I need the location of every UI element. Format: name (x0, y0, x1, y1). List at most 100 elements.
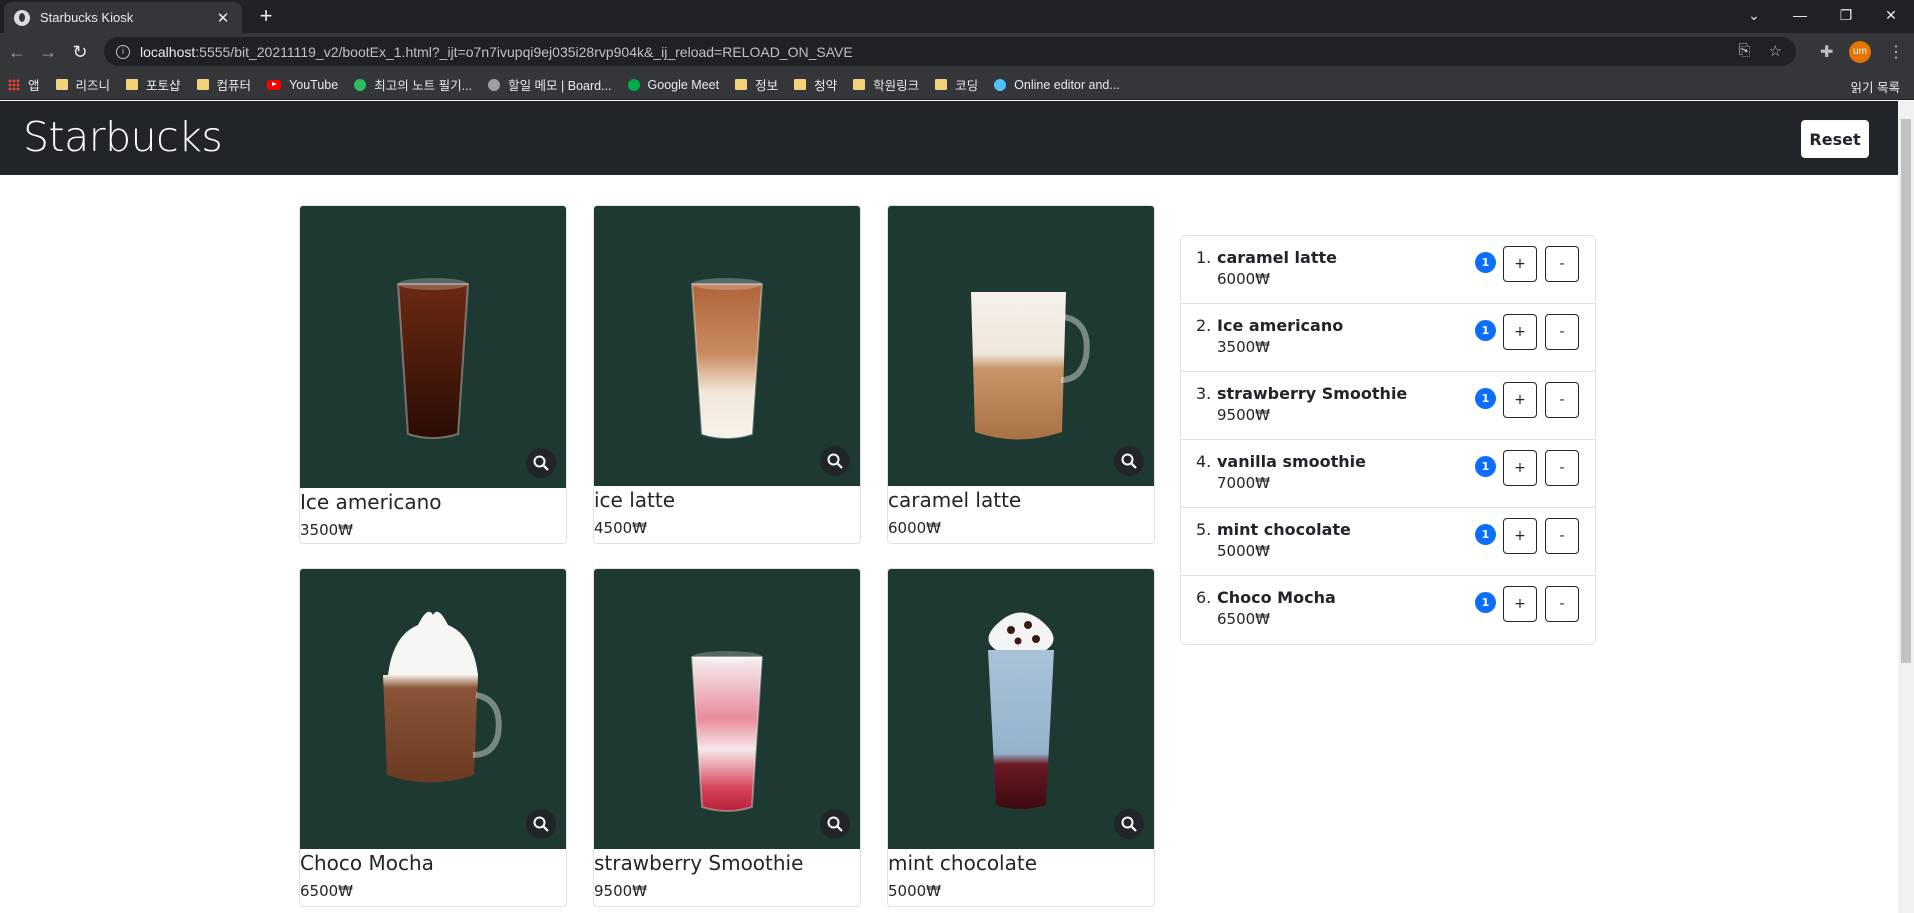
zoom-button[interactable] (1114, 809, 1144, 839)
bookmark-label: 할일 메모 | Board... (508, 79, 612, 93)
bookmark-label: 정보 (755, 79, 779, 93)
info-icon[interactable]: i (116, 44, 130, 59)
product-image[interactable] (594, 206, 860, 486)
bookmark-item[interactable]: 최고의 노트 필기... (354, 75, 472, 94)
decrease-button[interactable]: - (1545, 518, 1579, 554)
browser-tab[interactable]: Starbucks Kiosk ✕ (4, 2, 242, 33)
product-image[interactable] (300, 206, 566, 488)
globe-icon (14, 9, 30, 26)
editor-icon (994, 78, 1007, 91)
address-bar[interactable]: i localhost :5555/bit_20211119_v2/bootEx… (104, 37, 1796, 66)
scrollbar-thumb[interactable] (1901, 119, 1911, 663)
translate-icon[interactable]: ⎘ (1739, 42, 1751, 60)
decrease-button[interactable]: - (1545, 382, 1579, 418)
order-index: 4. (1196, 452, 1212, 471)
bookmark-label: 컴퓨터 (216, 79, 252, 93)
product-card[interactable]: strawberry Smoothie 9500₩ (593, 568, 861, 907)
bookmark-label: Google Meet (647, 77, 720, 92)
increase-button[interactable]: + (1503, 246, 1537, 282)
tab-title: Starbucks Kiosk (40, 10, 134, 25)
product-price: 6500₩ (300, 882, 354, 900)
url-path: :5555/bit_20211119_v2/bootEx_1.html?_ijt… (195, 43, 853, 60)
zoom-button[interactable] (526, 448, 556, 478)
bookmark-item[interactable]: Online editor and... (994, 78, 1120, 92)
product-name: Ice americano (300, 490, 442, 514)
order-item-name: caramel latte (1217, 248, 1337, 267)
close-window-button[interactable]: ✕ (1868, 0, 1914, 30)
product-image[interactable] (594, 569, 860, 849)
zoom-button[interactable] (820, 809, 850, 839)
zoom-button[interactable] (1114, 446, 1144, 476)
product-image[interactable] (300, 569, 566, 849)
close-tab-icon[interactable]: ✕ (214, 9, 232, 27)
bookmark-item[interactable]: 학원링크 (853, 75, 919, 94)
menu-icon[interactable]: ⋮ (1888, 42, 1904, 62)
order-item: 6. Choco Mocha 6500₩ 1 + - (1181, 576, 1595, 644)
bookmark-item[interactable]: 포토샵 (126, 75, 181, 94)
bookmark-label: Online editor and... (1014, 77, 1120, 92)
scrollbar[interactable] (1898, 101, 1914, 913)
zoom-button[interactable] (526, 809, 556, 839)
order-item-price: 9500₩ (1217, 406, 1271, 424)
reading-list[interactable]: 읽기 목록 (1851, 77, 1900, 96)
extensions-icon[interactable]: ✚ (1820, 42, 1833, 62)
order-index: 3. (1196, 384, 1212, 403)
new-tab-button[interactable]: + (254, 4, 278, 28)
order-item: 5. mint chocolate 5000₩ 1 + - (1181, 508, 1595, 576)
decrease-button[interactable]: - (1545, 450, 1579, 486)
decrease-button[interactable]: - (1545, 586, 1579, 622)
order-index: 6. (1196, 588, 1212, 607)
brand-title[interactable]: Starbucks (23, 113, 223, 161)
bookmark-item[interactable]: 앱 (8, 75, 40, 94)
profile-avatar[interactable]: um (1849, 41, 1871, 63)
bookmark-item[interactable]: YouTube (267, 78, 338, 92)
bookmark-item[interactable]: 컴퓨터 (196, 75, 252, 94)
product-image[interactable] (888, 206, 1154, 486)
order-item-name: strawberry Smoothie (1217, 384, 1408, 403)
browser-tabstrip: Starbucks Kiosk ✕ + ⌄ — ❐ ✕ (0, 0, 1914, 33)
order-item-name: Ice americano (1217, 316, 1344, 335)
product-card[interactable]: caramel latte 6000₩ (887, 205, 1155, 544)
increase-button[interactable]: + (1503, 450, 1537, 486)
bookmark-item[interactable]: 청약 (794, 75, 837, 94)
forward-icon[interactable]: → (35, 39, 61, 65)
product-name: Choco Mocha (300, 851, 434, 875)
bookmark-item[interactable]: 리즈니 (55, 75, 110, 94)
back-icon[interactable]: ← (4, 39, 30, 65)
bookmark-star-icon[interactable]: ☆ (1769, 42, 1782, 60)
increase-button[interactable]: + (1503, 586, 1537, 622)
bookmarks-bar: 앱 리즈니 포토샵 컴퓨터 YouTube 최고의 노트 필기... 할일 메모 | Boa… (0, 70, 1914, 100)
product-image[interactable] (888, 569, 1154, 849)
product-card[interactable]: mint chocolate 5000₩ (887, 568, 1155, 907)
order-item-price: 6500₩ (1217, 610, 1271, 628)
zoom-button[interactable] (820, 446, 850, 476)
youtube-icon (267, 79, 282, 90)
decrease-button[interactable]: - (1545, 246, 1579, 282)
decrease-button[interactable]: - (1545, 314, 1579, 350)
minimize-button[interactable]: — (1777, 0, 1823, 30)
bookmark-item[interactable]: Google Meet (627, 77, 720, 92)
product-price: 6000₩ (888, 519, 942, 537)
product-card[interactable]: ice latte 4500₩ (593, 205, 861, 544)
product-card[interactable]: Ice americano 3500₩ (299, 205, 567, 544)
bookmark-item[interactable]: 코딩 (935, 75, 978, 94)
folder-icon (935, 79, 948, 90)
order-item-name: vanilla smoothie (1217, 452, 1366, 471)
increase-button[interactable]: + (1503, 518, 1537, 554)
reset-button[interactable]: Reset (1801, 120, 1869, 158)
order-index: 2. (1196, 316, 1212, 335)
restore-button[interactable]: ❐ (1823, 0, 1869, 30)
product-price: 5000₩ (888, 882, 942, 900)
search-icon (1121, 816, 1137, 832)
order-index: 1. (1196, 248, 1212, 267)
increase-button[interactable]: + (1503, 382, 1537, 418)
tab-search-icon[interactable]: ⌄ (1731, 0, 1777, 30)
product-card[interactable]: Choco Mocha 6500₩ (299, 568, 567, 907)
increase-button[interactable]: + (1503, 314, 1537, 350)
bookmark-item[interactable]: 정보 (735, 75, 778, 94)
reload-icon[interactable]: ↻ (67, 39, 93, 65)
order-item-name: Choco Mocha (1217, 588, 1336, 607)
quantity-badge: 1 (1475, 388, 1496, 409)
bookmark-item[interactable]: 할일 메모 | Board... (488, 75, 612, 94)
quantity-badge: 1 (1475, 524, 1496, 545)
